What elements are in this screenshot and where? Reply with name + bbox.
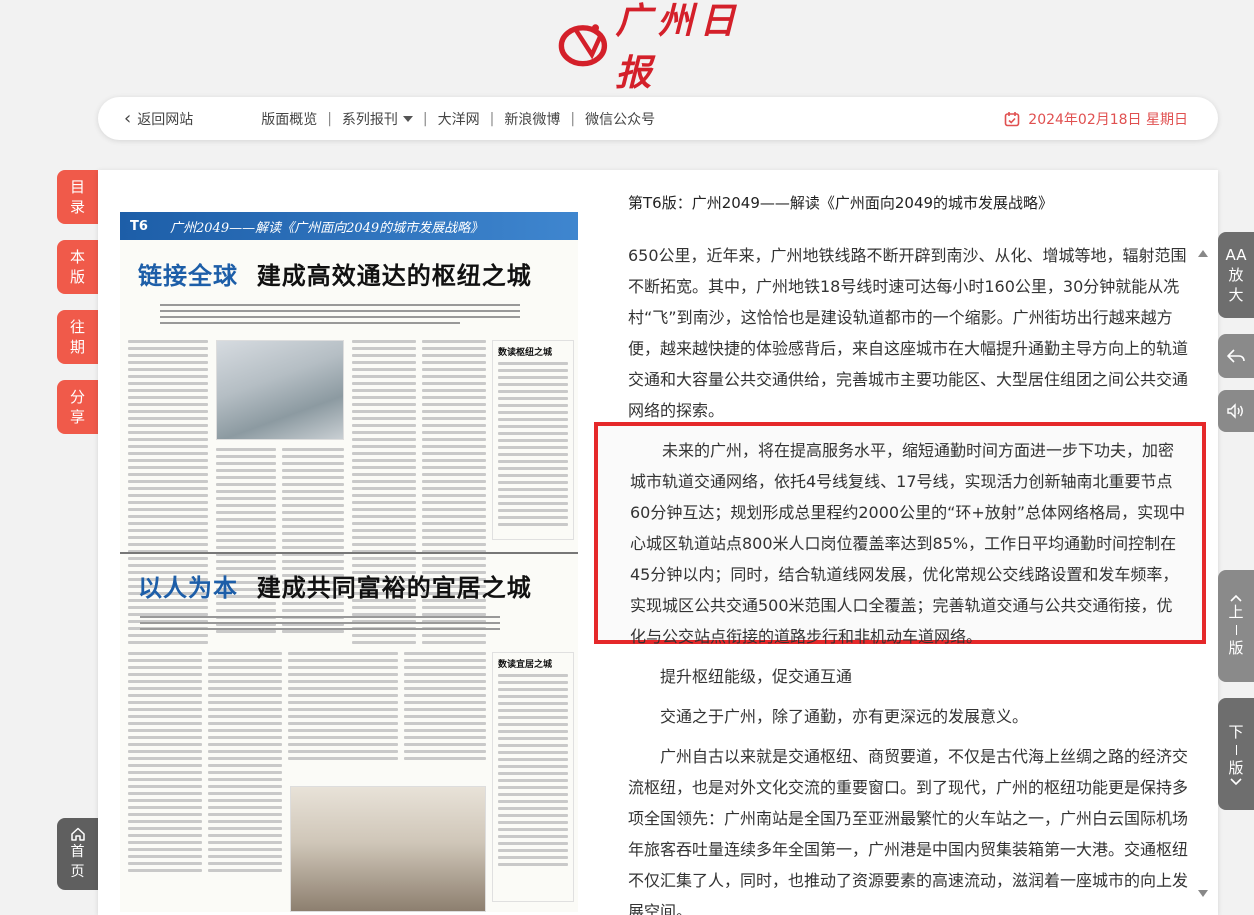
home-icon bbox=[70, 827, 85, 841]
intro-line bbox=[140, 628, 500, 630]
airport-photo bbox=[216, 340, 344, 440]
side-label: 放 bbox=[1228, 266, 1244, 284]
headline-part: 链接全球 bbox=[138, 261, 238, 290]
reply-button[interactable] bbox=[1218, 334, 1254, 378]
caret-down-icon bbox=[402, 115, 413, 122]
scroll-up-arrow[interactable] bbox=[1198, 250, 1208, 257]
side-button-share[interactable]: 分 享 bbox=[57, 380, 98, 434]
font-enlarge-button[interactable]: AA 放 大 bbox=[1218, 232, 1254, 318]
data-box-title: 数读宜居之城 bbox=[498, 660, 553, 670]
side-label: 目 bbox=[69, 178, 85, 196]
data-box-livable: 数读宜居之城 bbox=[492, 652, 574, 902]
intro-line bbox=[160, 316, 520, 318]
intro-line bbox=[160, 304, 520, 306]
side-label: 分 bbox=[69, 388, 85, 406]
nav-link-dayoo[interactable]: 大洋网 bbox=[428, 109, 490, 129]
current-date: 2024年02月18日 星期日 bbox=[1028, 111, 1188, 128]
calendar-icon bbox=[1004, 111, 1020, 126]
divider bbox=[1235, 625, 1237, 635]
side-label: 本 bbox=[69, 248, 85, 266]
side-button-this-page[interactable]: 本 版 bbox=[57, 240, 98, 294]
nav-link-wechat[interactable]: 微信公众号 bbox=[575, 109, 665, 129]
next-page-button[interactable]: 下 版 bbox=[1218, 698, 1254, 810]
highlighted-paragraph: 未来的广州，将在提高服务水平，缩短通勤时间方面进一步下功夫，加密城市轨道交通网络… bbox=[594, 422, 1206, 646]
chevron-up-icon bbox=[1230, 594, 1242, 602]
prev-page-button[interactable]: 上 版 bbox=[1218, 570, 1254, 682]
back-to-site-link[interactable]: ‹ 返回网站 bbox=[124, 109, 193, 129]
paper-headline-1[interactable]: 链接全球 建成高效通达的枢纽之城 bbox=[138, 256, 532, 291]
paper-banner-title: 广州2049——解读《广州面向2049的城市发展战略》 bbox=[170, 220, 484, 236]
audio-button[interactable] bbox=[1218, 390, 1254, 432]
nav-link-weibo[interactable]: 新浪微博 bbox=[494, 109, 570, 129]
side-label: 期 bbox=[69, 338, 85, 356]
intro-line bbox=[160, 310, 520, 312]
paper-page-tag: T6 bbox=[130, 218, 148, 234]
back-label: 返回网站 bbox=[137, 111, 194, 128]
side-label: 上 bbox=[1228, 603, 1244, 621]
side-label: 下 bbox=[1228, 723, 1244, 741]
paper-banner: T6 广州2049——解读《广州面向2049的城市发展战略》 bbox=[120, 212, 578, 240]
headline-part: 以人为本 bbox=[138, 573, 238, 602]
nav-links: 版面概览 | 系列报刊 | 大洋网 | 新浪微博 | 微信公众号 bbox=[251, 109, 665, 129]
home-label: 页 bbox=[70, 864, 85, 880]
nav-link-series-label: 系列报刊 bbox=[341, 111, 398, 128]
article-paragraph: 广州自古以来就是交通枢纽、商贸要道，不仅是古代海上丝绸之路的经济交流枢纽，也是对… bbox=[628, 747, 1189, 915]
intro-line bbox=[140, 622, 500, 624]
main-content: T6 广州2049——解读《广州面向2049的城市发展战略》 链接全球 建成高效… bbox=[98, 170, 1218, 915]
data-box-hub: 数读枢纽之城 bbox=[492, 340, 574, 540]
home-button[interactable]: 首 页 bbox=[57, 818, 98, 890]
chevron-left-icon: ‹ bbox=[124, 107, 132, 129]
top-nav-bar: ‹ 返回网站 版面概览 | 系列报刊 | 大洋网 | 新浪微博 | 微信公众号 … bbox=[98, 97, 1218, 140]
scroll-down-arrow[interactable] bbox=[1198, 890, 1208, 897]
side-button-toc[interactable]: 目 录 bbox=[57, 170, 98, 224]
paper-column bbox=[282, 448, 344, 637]
headline-part: 建成高效通达的枢纽之城 bbox=[256, 261, 532, 290]
article-subheading: 提升枢纽能级，促交通互通 bbox=[660, 667, 853, 686]
intro-line bbox=[160, 322, 460, 324]
headline-part: 建成共同富裕的宜居之城 bbox=[256, 573, 532, 602]
side-label: 享 bbox=[69, 408, 85, 426]
intro-line bbox=[140, 616, 500, 618]
paper-column bbox=[216, 448, 276, 637]
nav-link-overview[interactable]: 版面概览 bbox=[251, 109, 327, 129]
guangzhou-daily-logo[interactable]: 广州日报 bbox=[556, 0, 766, 94]
paper-column bbox=[128, 652, 202, 876]
section-divider bbox=[120, 552, 578, 554]
paper-column bbox=[288, 652, 398, 764]
paper-headline-2[interactable]: 以人为本 建成共同富裕的宜居之城 bbox=[138, 568, 532, 603]
chevron-down-icon bbox=[1230, 778, 1242, 786]
paper-column bbox=[208, 652, 282, 876]
nav-link-series[interactable]: 系列报刊 bbox=[332, 109, 423, 129]
speaker-icon bbox=[1227, 403, 1243, 419]
divider bbox=[1235, 745, 1237, 755]
side-label: 录 bbox=[69, 198, 85, 216]
article-paragraph: 交通之于广州，除了通勤，亦有更深远的发展意义。 bbox=[660, 707, 1029, 726]
side-label: 版 bbox=[1228, 759, 1244, 777]
data-box-title: 数读枢纽之城 bbox=[498, 348, 553, 358]
apartment-photo bbox=[290, 786, 486, 912]
page-title: 第T6版：广州2049——解读《广州面向2049的城市发展战略》 bbox=[628, 194, 1054, 212]
article-paragraph: 650公里，近年来，广州地铁线路不断开辟到南沙、从化、增城等地，辐射范围不断拓宽… bbox=[628, 246, 1189, 420]
side-label: 版 bbox=[1228, 639, 1244, 657]
font-size-icon: AA bbox=[1225, 246, 1247, 264]
highlight-text: 未来的广州，将在提高服务水平，缩短通勤时间方面进一步下功夫，加密城市轨道交通网络… bbox=[630, 441, 1186, 646]
reply-arrow-icon bbox=[1227, 349, 1245, 363]
side-button-archive[interactable]: 往 期 bbox=[57, 310, 98, 364]
logo-text: 广州日报 bbox=[615, 0, 742, 94]
side-label: 大 bbox=[1228, 286, 1244, 304]
paper-column bbox=[404, 652, 486, 764]
side-label: 往 bbox=[69, 318, 85, 336]
date-picker[interactable]: 2024年02月18日 星期日 bbox=[1004, 109, 1188, 129]
home-label: 首 bbox=[70, 844, 85, 860]
side-label: 版 bbox=[69, 268, 85, 286]
newspaper-page-image[interactable]: T6 广州2049——解读《广州面向2049的城市发展战略》 链接全球 建成高效… bbox=[120, 212, 578, 912]
logo-emblem-icon bbox=[558, 24, 608, 67]
